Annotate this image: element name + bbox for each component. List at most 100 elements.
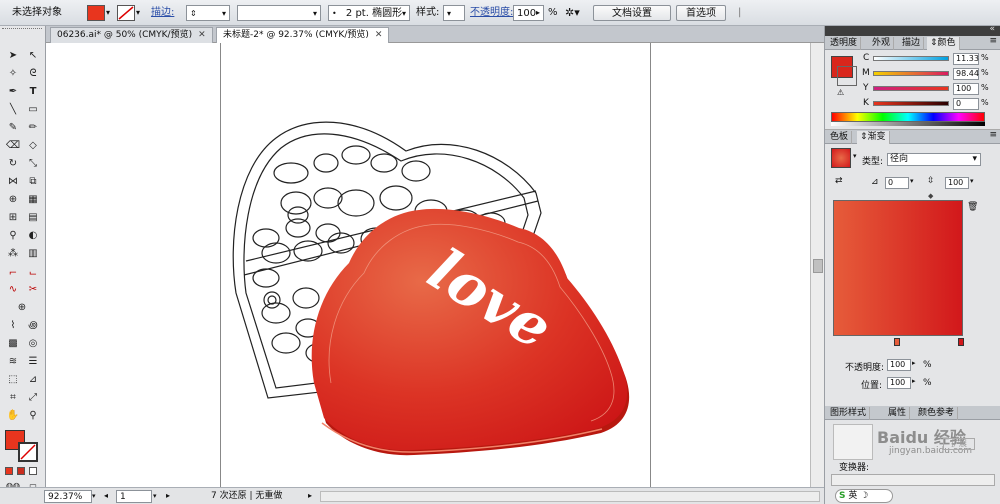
zoom-field[interactable]: 92.37% bbox=[44, 490, 92, 503]
channel-c-slider[interactable] bbox=[873, 56, 949, 61]
stroke-weight-field[interactable]: ⇕ ▾ bbox=[186, 5, 230, 21]
ime-toolbar[interactable]: S 英 ☽ bbox=[835, 489, 893, 503]
line-tool-icon[interactable]: ╲ bbox=[4, 102, 22, 117]
rectangle-tool-icon[interactable]: ▭ bbox=[24, 102, 42, 117]
direct-selection-tool-icon[interactable]: ↖ bbox=[24, 48, 42, 63]
stroke-color-swatch[interactable] bbox=[117, 5, 135, 21]
opacity-dropdown-icon[interactable]: ▸ bbox=[536, 5, 540, 21]
selection-tool-icon[interactable]: ➤ bbox=[4, 48, 22, 63]
midpoint-diamond-icon[interactable]: ◆ bbox=[928, 192, 933, 200]
tab-transparency[interactable]: 透明度 bbox=[827, 37, 862, 50]
twirl-tool-icon[interactable]: ꩜ bbox=[24, 318, 42, 333]
tab-gradient[interactable]: ⇕渐变 bbox=[857, 131, 890, 144]
angle-field[interactable]: 0 bbox=[885, 177, 909, 189]
close-icon[interactable]: ✕ bbox=[375, 30, 383, 40]
panel-menu-icon[interactable]: ≡ bbox=[989, 130, 997, 140]
page-dropdown-icon[interactable]: ▾ bbox=[153, 490, 157, 503]
blob-brush-icon[interactable]: ⌫ bbox=[4, 138, 22, 153]
vertical-scrollbar[interactable] bbox=[810, 43, 824, 487]
channel-y-slider[interactable] bbox=[873, 86, 949, 91]
none-mode-icon[interactable] bbox=[29, 467, 37, 475]
transform-field[interactable] bbox=[831, 474, 995, 486]
panel-menu-icon[interactable]: ≡ bbox=[989, 36, 997, 46]
preferences-button[interactable]: 首选项 bbox=[676, 5, 726, 21]
knife-tool-icon[interactable]: ⤢ bbox=[24, 390, 42, 405]
tab-color-guide[interactable]: 颜色参考 bbox=[915, 407, 959, 420]
stop-location-field[interactable]: 100 bbox=[887, 377, 911, 389]
document-setup-button[interactable]: 文档设置 bbox=[593, 5, 671, 21]
scrollbar-thumb[interactable] bbox=[813, 259, 823, 273]
color-spectrum-bar[interactable] bbox=[831, 112, 985, 122]
stroke-link[interactable]: 描边: bbox=[151, 5, 174, 21]
color-mode-icon[interactable] bbox=[5, 467, 13, 475]
channel-k-slider[interactable] bbox=[873, 101, 949, 106]
channel-m-field[interactable]: 98.44 bbox=[953, 68, 979, 80]
prev-page-icon[interactable]: ◂ bbox=[104, 490, 108, 503]
tab-attributes[interactable]: 属性 bbox=[885, 407, 911, 420]
gradient-mode-icon[interactable] bbox=[17, 467, 25, 475]
grid-tool-icon[interactable]: ▩ bbox=[4, 336, 22, 351]
rotate-tool-icon[interactable]: ↻ bbox=[4, 156, 22, 171]
tab-document-06236[interactable]: 06236.ai* @ 50% (CMYK/预览) ✕ bbox=[50, 27, 213, 43]
reverse-gradient-icon[interactable]: ⇄ bbox=[835, 176, 843, 186]
live-paint-icon[interactable]: ⬚ bbox=[4, 372, 22, 387]
eyedropper-icon[interactable]: ⚲ bbox=[4, 228, 22, 243]
aspect-ratio-field[interactable]: 100 bbox=[945, 177, 969, 189]
graph-tool-icon[interactable]: ≋ bbox=[4, 354, 22, 369]
close-icon[interactable]: ✕ bbox=[198, 30, 206, 40]
scissors-icon[interactable]: ✂ bbox=[24, 282, 42, 297]
tab-document-untitled-2[interactable]: 未标题-2* @ 92.37% (CMYK/预览) ✕ bbox=[216, 27, 390, 43]
brush-definition-field[interactable]: • 2 pt. 椭圆形 ▾ bbox=[328, 5, 410, 21]
location-dropdown-icon[interactable]: ▸ bbox=[912, 377, 916, 385]
tab-color[interactable]: ⇕颜色 bbox=[927, 37, 960, 50]
hand-tool-icon[interactable]: ✋ bbox=[4, 408, 22, 423]
pen-tool-icon[interactable]: ✒ bbox=[4, 84, 22, 99]
expand-button[interactable]: 扩展 bbox=[943, 438, 975, 450]
graphic-style-thumb[interactable] bbox=[833, 424, 873, 460]
stroke-color-box[interactable] bbox=[18, 442, 38, 462]
tab-swatches[interactable]: 色板 bbox=[827, 131, 853, 144]
channel-m-slider[interactable] bbox=[873, 71, 949, 76]
scale-tool-icon[interactable]: ⤡ bbox=[24, 156, 42, 171]
grayscale-bar[interactable] bbox=[831, 122, 985, 126]
tab-appearance[interactable]: 外观 bbox=[869, 37, 895, 50]
width-tool-icon[interactable]: ⋈ bbox=[4, 174, 22, 189]
column-graph-icon[interactable]: ▥ bbox=[24, 246, 42, 261]
gradient-stop-end[interactable] bbox=[958, 338, 964, 346]
gradient-stop-start[interactable] bbox=[894, 338, 900, 346]
gradient-tool-icon[interactable]: ▤ bbox=[24, 210, 42, 225]
stop-opacity-field[interactable]: 100 bbox=[887, 359, 911, 371]
crosshair-tool-icon[interactable]: ⊕ bbox=[13, 300, 31, 315]
page-field[interactable]: 1 bbox=[116, 490, 152, 503]
zoom-tool-icon[interactable]: ⚲ bbox=[24, 408, 42, 423]
perspective-grid-icon[interactable]: ▦ bbox=[24, 192, 42, 207]
hand-warp-icon[interactable]: ∿ bbox=[4, 282, 22, 297]
delete-stop-icon[interactable]: 🗑 bbox=[967, 202, 978, 212]
gradient-preset-dropdown-icon[interactable]: ▾ bbox=[853, 152, 857, 160]
recolor-artwork-icon[interactable]: ✲▾ bbox=[565, 5, 580, 21]
magic-wand-icon[interactable]: ✧ bbox=[4, 66, 22, 81]
measure-tool-icon[interactable]: ⊿ bbox=[24, 372, 42, 387]
warp-tool-icon[interactable]: ⌇ bbox=[4, 318, 22, 333]
status-menu-icon[interactable]: ▸ bbox=[308, 490, 312, 503]
collapse-panel-icon[interactable]: « bbox=[989, 24, 995, 34]
channel-y-field[interactable]: 100 bbox=[953, 83, 979, 95]
mesh-tool-icon[interactable]: ⊞ bbox=[4, 210, 22, 225]
symbol-sprayer-icon[interactable]: ⁂ bbox=[4, 246, 22, 261]
next-page-icon[interactable]: ▸ bbox=[166, 490, 170, 503]
channel-c-field[interactable]: 11.33 bbox=[953, 53, 979, 65]
tab-graphic-styles[interactable]: 图形样式 bbox=[827, 407, 871, 420]
fill-dropdown-icon[interactable]: ▾ bbox=[106, 5, 110, 21]
free-transform-icon[interactable]: ⧉ bbox=[24, 174, 42, 189]
crop-tool-icon[interactable]: ⌗ bbox=[4, 390, 22, 405]
slice-tool-icon[interactable]: ⌙ bbox=[24, 266, 42, 281]
variable-width-field[interactable]: ▾ bbox=[237, 5, 321, 21]
stroke-dropdown-icon[interactable]: ▾ bbox=[136, 5, 140, 21]
out-of-gamut-icon[interactable]: ⚠ bbox=[837, 88, 844, 97]
style-dropdown[interactable]: ▾ bbox=[443, 5, 465, 21]
tab-stroke[interactable]: 描边 bbox=[899, 37, 925, 50]
eraser-icon[interactable]: ◇ bbox=[24, 138, 42, 153]
aspect-dropdown-icon[interactable]: ▾ bbox=[970, 177, 974, 185]
angle-dropdown-icon[interactable]: ▾ bbox=[910, 177, 914, 185]
paintbrush-icon[interactable]: ✎ bbox=[4, 120, 22, 135]
